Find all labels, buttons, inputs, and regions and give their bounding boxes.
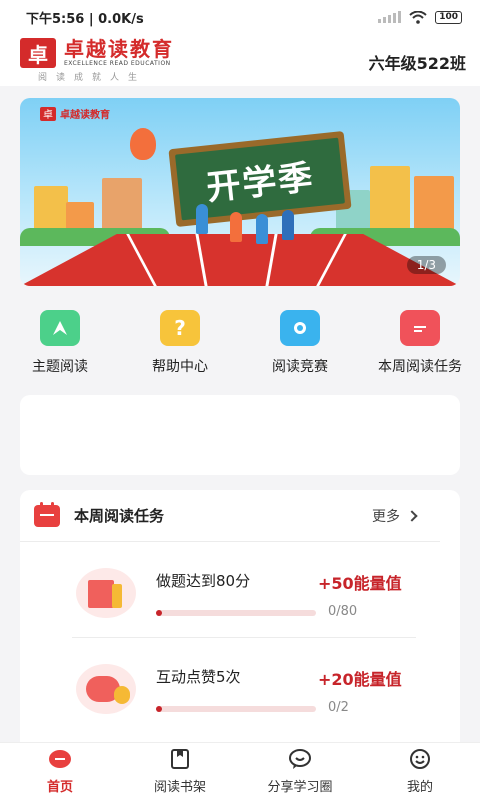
task-progress-count: 0/80: [328, 604, 358, 619]
more-button[interactable]: 更多: [372, 506, 418, 526]
quick-nav-theme-reading[interactable]: 主题阅读: [0, 310, 120, 390]
task-progress-fill: [156, 706, 162, 712]
tab-label: 我的: [406, 780, 433, 795]
chat-icon: [289, 749, 311, 769]
status-bar: 下午5:56 | 0.0K/s 100: [0, 0, 480, 34]
student-illustration: [282, 210, 294, 240]
task-progress-bar: [156, 610, 316, 616]
status-indicators: 100: [378, 10, 462, 24]
empty-content-card: [20, 395, 460, 475]
weekly-tasks-card: 本周阅读任务 更多 做题达到80分 +50能量值 0/80 互动点赞5次 +20…: [20, 490, 460, 752]
tab-label: 阅读书架: [153, 780, 206, 795]
tab-study-circle[interactable]: 分享学习圈: [240, 743, 360, 800]
quick-nav-weekly-tasks[interactable]: 本周阅读任务: [360, 310, 480, 390]
carousel-page-indicator: 1/3: [406, 256, 446, 274]
quick-nav: 主题阅读 ? 帮助中心 阅读竞赛 本周阅读任务: [0, 310, 480, 390]
tab-label: 分享学习圈: [267, 780, 333, 795]
book-icon: [171, 749, 189, 769]
class-label[interactable]: 六年级522班: [369, 50, 466, 74]
banner-logo: 卓 卓越读教育: [40, 106, 110, 121]
more-label: 更多: [372, 508, 400, 525]
wifi-icon: [409, 10, 427, 24]
task-reward: +50能量值: [318, 574, 402, 593]
quick-nav-label: 阅读竞赛: [272, 359, 328, 375]
bottom-nav: 首页 阅读书架 分享学习圈 我的: [0, 742, 480, 800]
task-name: 做题达到80分: [156, 572, 251, 590]
bookmark-icon: [40, 310, 80, 346]
banner-logo-text: 卓越读教育: [60, 110, 110, 121]
weekly-tasks-header: 本周阅读任务 更多: [20, 490, 440, 542]
smiley-icon: [410, 749, 430, 769]
calendar-icon: [34, 501, 60, 527]
status-time: 下午5:56 | 0.0K/s: [26, 11, 144, 27]
student-illustration: [196, 204, 208, 234]
tab-profile[interactable]: 我的: [360, 743, 480, 800]
task-row[interactable]: 做题达到80分 +50能量值 0/80: [72, 542, 416, 638]
home-icon: [49, 750, 71, 768]
brand: 卓 卓越读教育 EXCELLENCE READ EDUCATION 阅读成就人生: [20, 38, 174, 83]
task-progress-count: 0/2: [328, 700, 349, 715]
chevron-right-icon: [406, 509, 418, 522]
banner-carousel[interactable]: 卓 卓越读教育 开学季 1/3: [20, 98, 460, 286]
quick-nav-help-center[interactable]: ? 帮助中心: [120, 310, 240, 390]
tab-home[interactable]: 首页: [0, 743, 120, 800]
signal-icon: [378, 11, 402, 23]
quick-nav-reading-contest[interactable]: 阅读竞赛: [240, 310, 360, 390]
task-progress-bar: [156, 706, 316, 712]
battery-icon: 100: [435, 10, 462, 24]
brand-logo-icon: 卓: [20, 38, 56, 68]
student-illustration: [256, 214, 268, 244]
brand-slogan: 阅读成就人生: [38, 73, 147, 83]
brand-name: 卓越读教育: [64, 37, 174, 61]
task-reward: +20能量值: [318, 670, 402, 689]
quick-nav-label: 本周阅读任务: [378, 359, 462, 375]
task-progress-fill: [156, 610, 162, 616]
calendar-icon: [400, 310, 440, 346]
quick-nav-label: 主题阅读: [32, 359, 88, 375]
student-illustration: [230, 212, 242, 242]
chat-bubble-icon: [76, 664, 136, 714]
task-name: 互动点赞5次: [156, 668, 241, 686]
app-header: 卓 卓越读教育 EXCELLENCE READ EDUCATION 阅读成就人生…: [0, 34, 480, 86]
brand-english-name: EXCELLENCE READ EDUCATION: [64, 60, 171, 67]
books-icon: [76, 568, 136, 618]
camera-icon: [280, 310, 320, 346]
task-row[interactable]: 互动点赞5次 +20能量值 0/2: [72, 638, 416, 734]
help-icon: ?: [160, 310, 200, 346]
quick-nav-label: 帮助中心: [152, 359, 208, 375]
tab-label: 首页: [46, 780, 73, 795]
balloon-illustration: [130, 128, 156, 160]
tab-bookshelf[interactable]: 阅读书架: [120, 743, 240, 800]
weekly-tasks-title: 本周阅读任务: [74, 507, 165, 525]
banner-logo-icon: 卓: [40, 106, 56, 121]
